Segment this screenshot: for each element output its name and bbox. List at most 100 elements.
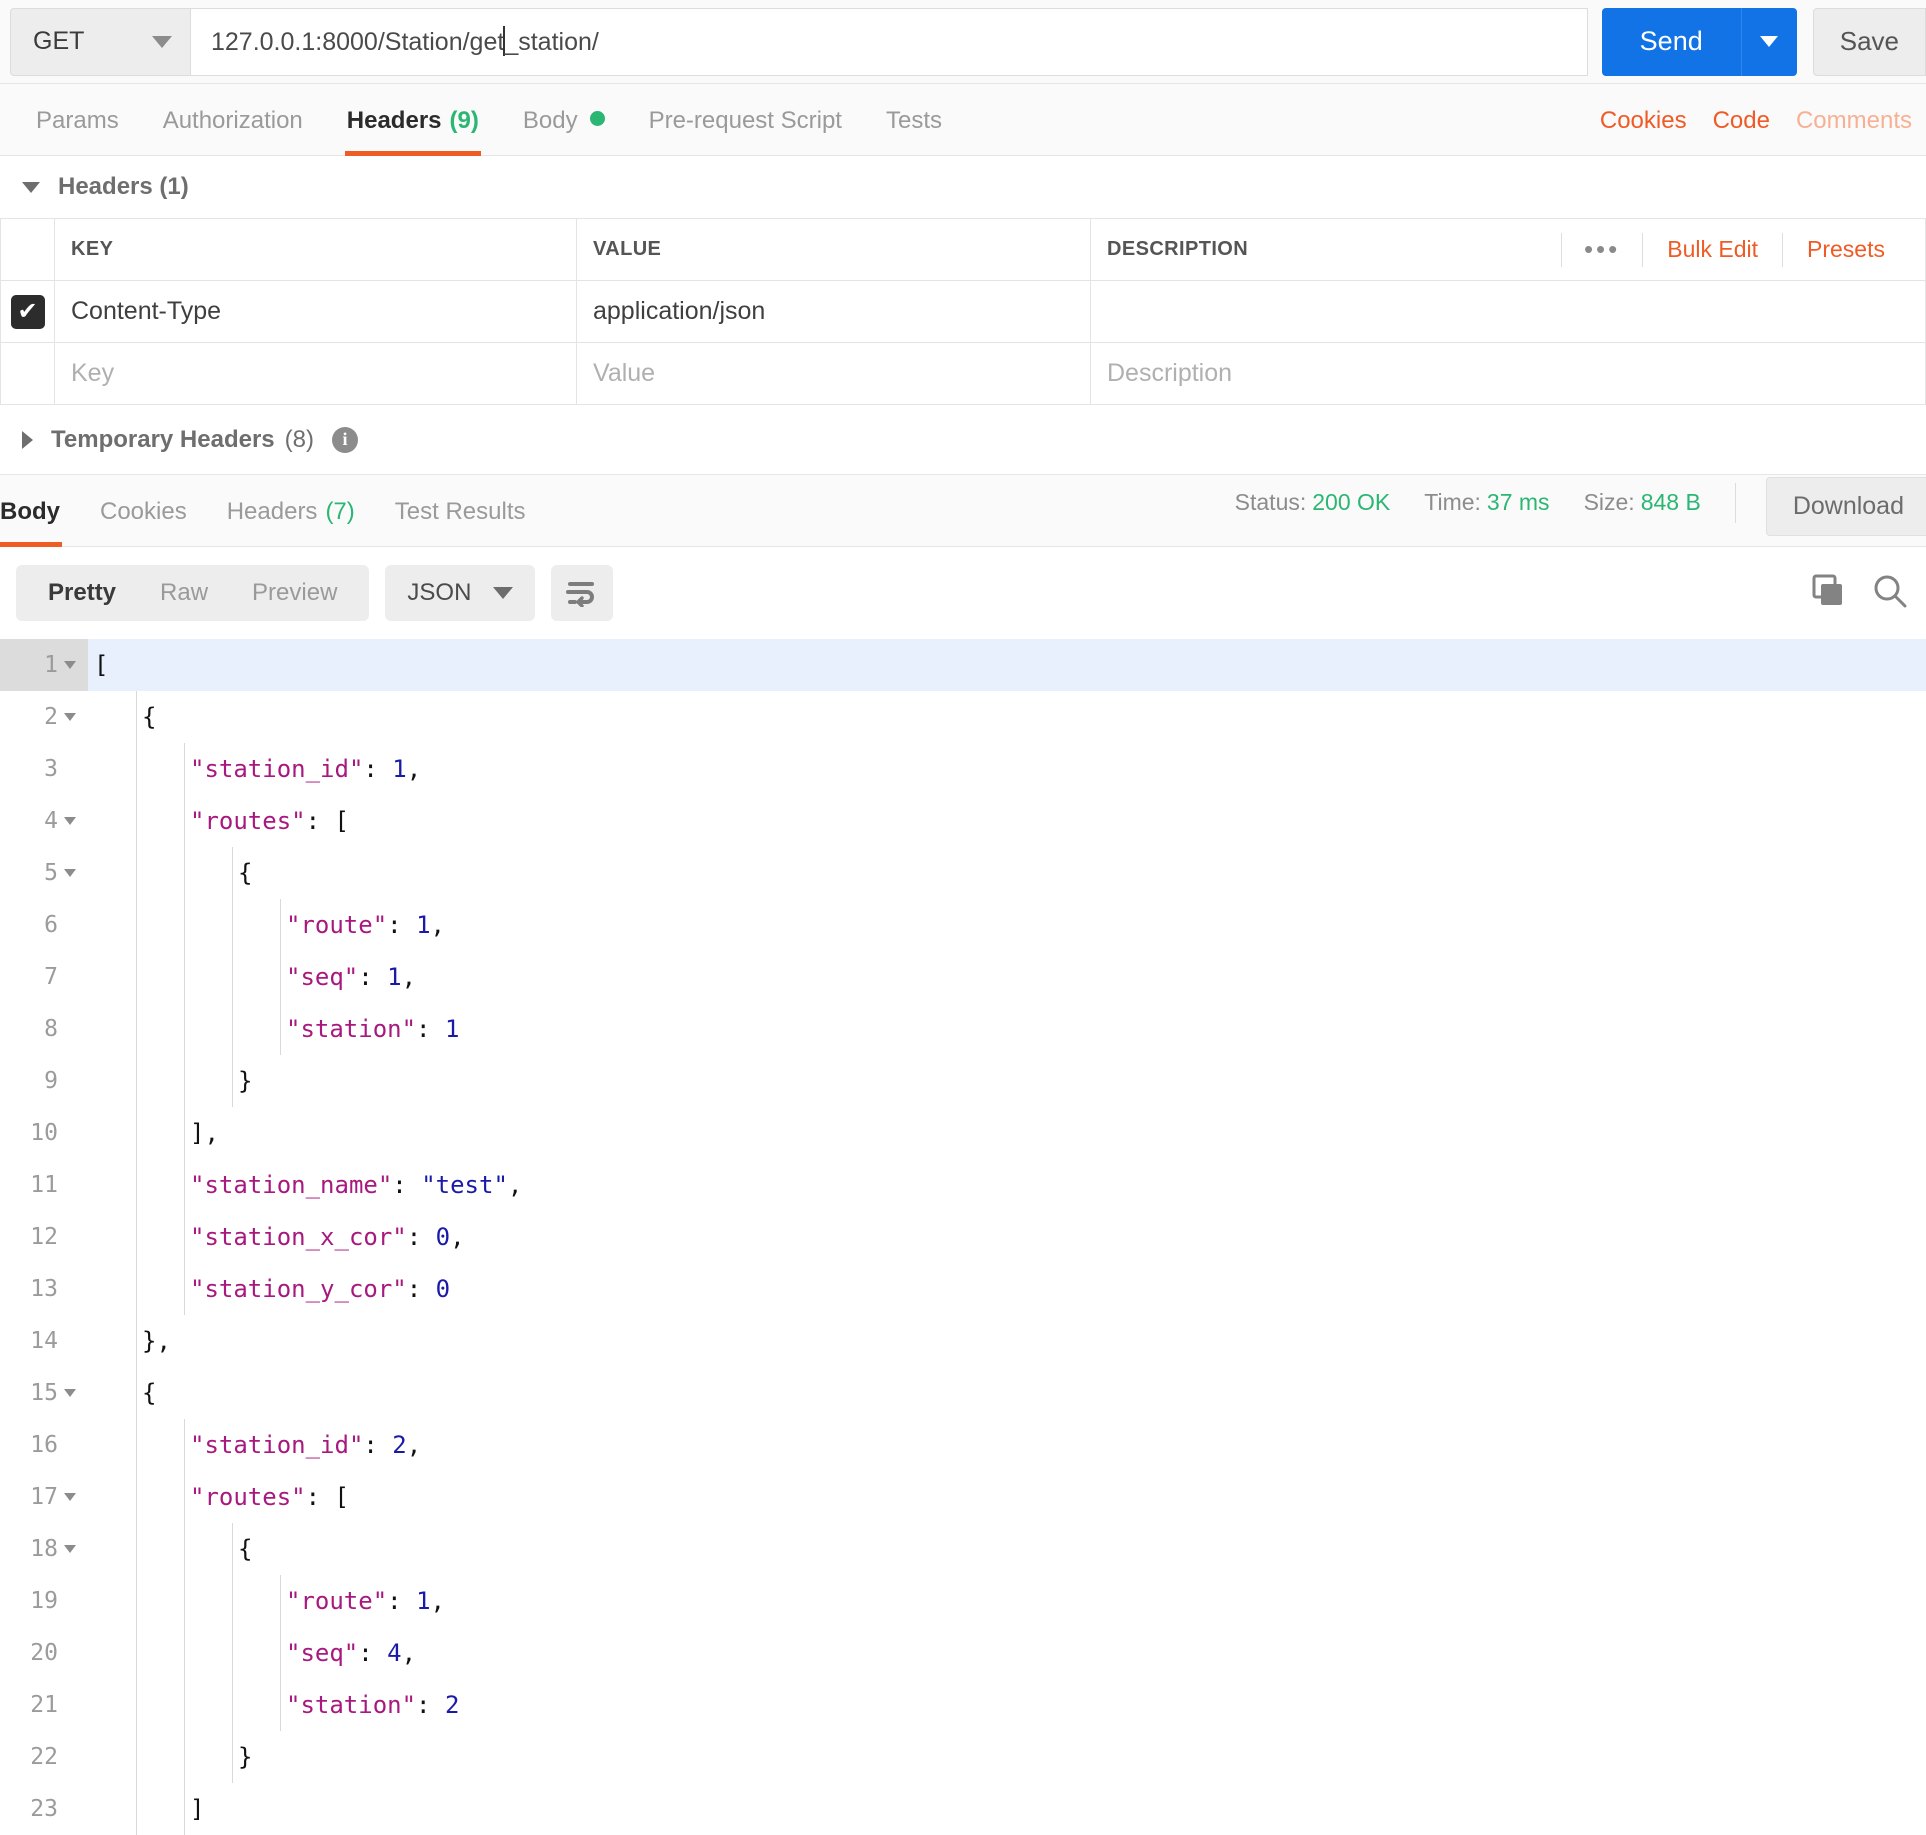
cookies-link[interactable]: Cookies	[1600, 107, 1687, 135]
code-tokens: ],	[94, 1107, 219, 1159]
response-tab-headers[interactable]: Headers (7)	[207, 498, 375, 546]
format-pretty-button[interactable]: Pretty	[26, 579, 138, 607]
code-token: "station_id"	[190, 755, 364, 783]
temporary-headers-toggle[interactable]: Temporary Headers (8) i	[0, 405, 1926, 475]
code-line: 6 "route": 1,	[0, 899, 1926, 951]
header-value-value: application/json	[593, 297, 766, 325]
headers-section-title[interactable]: Headers (1)	[0, 156, 1926, 218]
fold-toggle-icon[interactable]	[58, 1545, 82, 1553]
header-value-cell[interactable]: application/json	[576, 280, 1091, 343]
indent-guide	[136, 1575, 137, 1627]
header-value-cell[interactable]: Value	[576, 342, 1091, 405]
tab-tests[interactable]: Tests	[864, 107, 964, 155]
indent-guide	[136, 1679, 137, 1731]
indent-guide	[136, 1315, 137, 1367]
indent-guide	[136, 1263, 137, 1315]
language-select[interactable]: JSON	[385, 565, 536, 621]
fold-toggle-icon[interactable]	[58, 869, 82, 877]
header-key-cell[interactable]: Content-Type	[54, 280, 577, 343]
fold-toggle-icon[interactable]	[58, 713, 82, 721]
copy-button[interactable]	[1810, 573, 1846, 614]
indent-guide	[232, 1523, 233, 1575]
chevron-down-icon	[152, 35, 172, 48]
info-icon[interactable]: i	[332, 426, 358, 453]
format-preview-button[interactable]: Preview	[230, 579, 359, 607]
table-row-placeholder: Key Value Description	[0, 342, 1926, 405]
tab-authorization[interactable]: Authorization	[141, 107, 325, 155]
fold-toggle-icon[interactable]	[58, 661, 82, 669]
response-body-code[interactable]: 1[2{3 "station_id": 1, 4 "routes": [5{6 "rou…	[0, 639, 1926, 1835]
code-tokens: "station_x_cor": 0,	[94, 1211, 465, 1263]
indent-guide	[280, 1575, 281, 1627]
indent-guide	[136, 1783, 137, 1835]
line-number: 16	[30, 1432, 58, 1458]
code-tokens: "station_y_cor": 0	[94, 1263, 450, 1315]
line-number: 20	[30, 1640, 58, 1666]
code-line-text: {	[88, 1523, 1926, 1575]
tab-headers[interactable]: Headers (9)	[325, 107, 501, 156]
url-input[interactable]: 127.0.0.1:8000/Station/get_station/	[190, 7, 1588, 76]
indent-guide	[232, 1679, 233, 1731]
header-description-cell[interactable]: Description	[1090, 342, 1926, 405]
format-segmented-control: Pretty Raw Preview	[16, 565, 370, 621]
checkbox-icon[interactable]: ✔	[10, 294, 45, 329]
save-button[interactable]: Save	[1812, 7, 1926, 76]
line-number: 1	[0, 639, 88, 691]
header-key-cell[interactable]: Key	[54, 342, 577, 405]
indent-guide	[136, 1627, 137, 1679]
header-description-cell[interactable]	[1090, 280, 1926, 343]
code-token: "station"	[286, 1691, 417, 1719]
column-label: VALUE	[593, 238, 662, 260]
presets-link[interactable]: Presets	[1783, 236, 1909, 263]
more-options-icon[interactable]: •••	[1562, 234, 1642, 265]
column-header-key: KEY	[54, 218, 577, 281]
chevron-down-icon	[1760, 36, 1779, 47]
code-line: 18 {	[0, 1523, 1926, 1575]
code-line-text: "route": 1,	[88, 899, 1926, 951]
line-number: 22	[30, 1744, 58, 1770]
code-line: 4 "routes": [	[0, 795, 1926, 847]
code-line: 15 {	[0, 1367, 1926, 1419]
code-token: "routes"	[190, 807, 306, 835]
send-button[interactable]: Send	[1601, 7, 1741, 76]
indent-guide	[136, 1419, 137, 1471]
response-tab-test-results[interactable]: Test Results	[375, 498, 546, 546]
size-label: Size:	[1583, 489, 1635, 515]
wrap-lines-button[interactable]	[551, 565, 614, 621]
column-header-description: DESCRIPTION ••• Bulk Edit Presets	[1090, 218, 1926, 281]
download-button[interactable]: Download	[1765, 477, 1926, 536]
value-placeholder: Value	[593, 359, 656, 387]
tab-label: Tests	[885, 107, 942, 134]
http-method-select[interactable]: GET	[10, 7, 190, 76]
tab-params[interactable]: Params	[14, 107, 141, 155]
code-tokens: "route": 1,	[94, 899, 445, 951]
code-tokens: }	[94, 1731, 252, 1783]
time-label: Time:	[1424, 489, 1481, 515]
fold-toggle-icon[interactable]	[58, 817, 82, 825]
url-input-value: 127.0.0.1:8000/Station/get_station/	[211, 26, 599, 57]
indent-guide	[136, 1107, 137, 1159]
tab-body[interactable]: Body	[501, 107, 627, 155]
code-token: "seq"	[286, 1639, 359, 1667]
code-link[interactable]: Code	[1713, 107, 1770, 135]
row-checkbox-cell[interactable]: ✔	[0, 280, 55, 343]
code-tokens: "routes": [	[94, 1471, 349, 1523]
bulk-edit-link[interactable]: Bulk Edit	[1643, 236, 1782, 263]
row-checkbox-cell[interactable]	[0, 342, 55, 405]
send-options-dropdown[interactable]	[1740, 7, 1797, 76]
format-raw-button[interactable]: Raw	[138, 579, 230, 607]
fold-toggle-icon[interactable]	[58, 1493, 82, 1501]
search-button[interactable]	[1872, 573, 1908, 614]
response-tab-body[interactable]: Body	[0, 498, 80, 547]
code-line-text: "routes": [	[88, 1471, 1926, 1523]
response-tab-cookies[interactable]: Cookies	[80, 498, 207, 546]
comments-link[interactable]: Comments	[1796, 107, 1912, 135]
line-number: 12	[30, 1224, 58, 1250]
code-token: [	[94, 651, 109, 679]
fold-toggle-icon[interactable]	[58, 1389, 82, 1397]
tab-label: Body	[522, 107, 578, 134]
tab-pre-request-script[interactable]: Pre-request Script	[627, 107, 864, 155]
request-tabs-actions: Cookies Code Comments	[1574, 107, 1912, 155]
code-line: 14},	[0, 1315, 1926, 1367]
indent-guide	[280, 1627, 281, 1679]
